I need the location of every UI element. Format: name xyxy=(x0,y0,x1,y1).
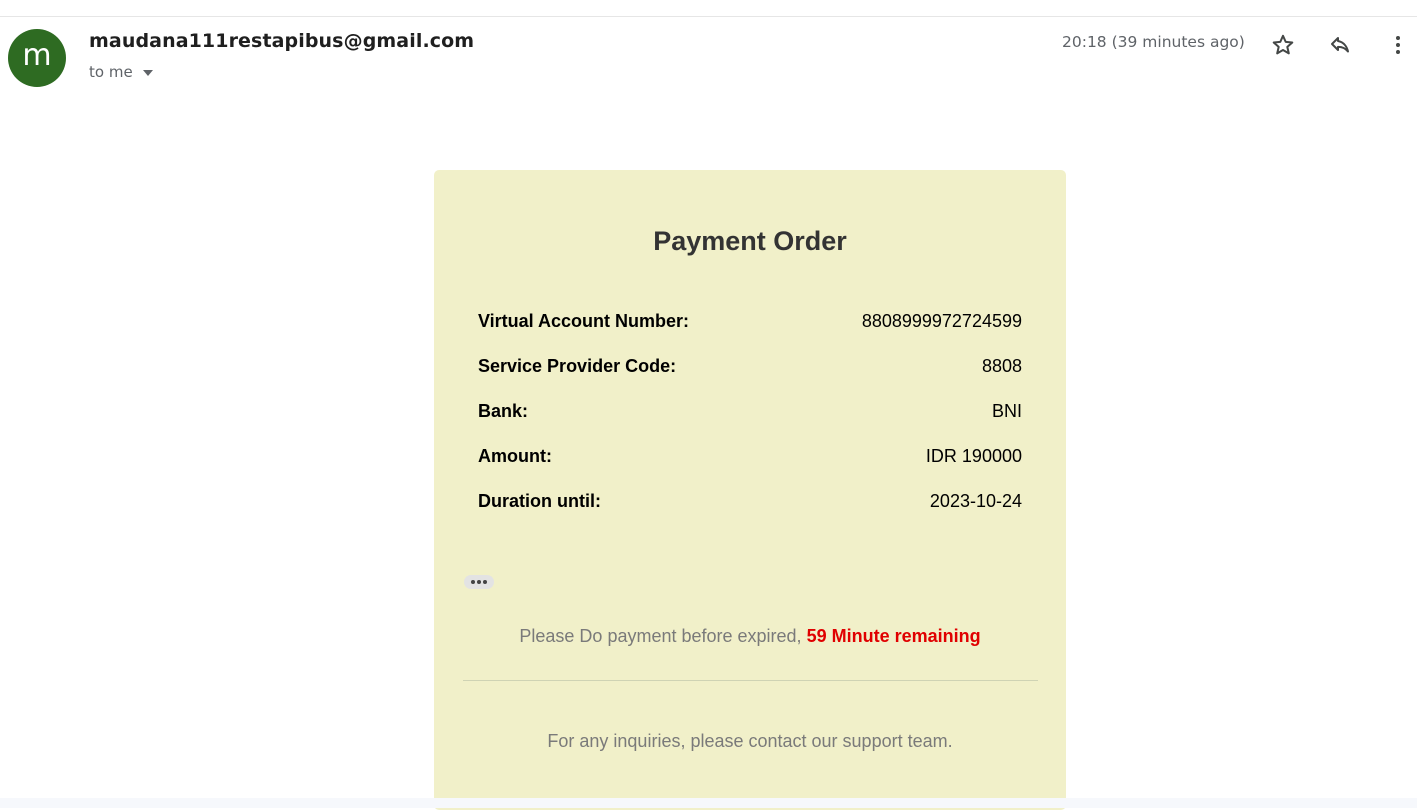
recipient-details-toggle[interactable]: to me xyxy=(89,63,153,81)
detail-row-service-provider: Service Provider Code: 8808 xyxy=(478,354,1022,378)
detail-row-amount: Amount: IDR 190000 xyxy=(478,444,1022,468)
email-timestamp: 20:18 (39 minutes ago) xyxy=(1062,33,1245,51)
reply-icon xyxy=(1331,37,1349,53)
expiry-notice: Please Do payment before expired, 59 Min… xyxy=(434,626,1066,647)
detail-value: 2023-10-24 xyxy=(929,490,1022,511)
detail-row-virtual-account: Virtual Account Number: 8808999972724599 xyxy=(478,309,1022,333)
top-divider xyxy=(0,0,1417,17)
expiry-notice-text: Please Do payment before expired, xyxy=(519,626,807,646)
more-vertical-icon xyxy=(1396,36,1400,54)
payment-order-title: Payment Order xyxy=(653,226,847,256)
star-icon xyxy=(1272,34,1294,55)
support-message: For any inquiries, please contact our su… xyxy=(547,731,953,751)
detail-label: Service Provider Code: xyxy=(478,355,677,376)
ellipsis-dot-icon xyxy=(471,580,475,584)
show-trimmed-content-button[interactable] xyxy=(464,575,494,589)
dropdown-caret-icon xyxy=(142,70,153,76)
divider xyxy=(463,680,1038,681)
detail-value: BNI xyxy=(991,400,1022,421)
bottom-bar xyxy=(0,798,1417,808)
detail-label: Duration until: xyxy=(478,490,601,511)
detail-value: 8808999972724599 xyxy=(861,310,1022,331)
star-button[interactable] xyxy=(1267,29,1299,61)
detail-value: IDR 190000 xyxy=(925,445,1022,466)
payment-order-card: Payment Order Virtual Account Number: 88… xyxy=(434,170,1066,810)
reply-button[interactable] xyxy=(1324,29,1356,61)
ellipsis-dot-icon xyxy=(477,580,481,584)
detail-value: 8808 xyxy=(981,355,1022,376)
avatar[interactable]: m xyxy=(8,29,66,87)
detail-label: Virtual Account Number: xyxy=(478,310,690,331)
more-options-button[interactable] xyxy=(1382,29,1414,61)
detail-row-bank: Bank: BNI xyxy=(478,399,1022,423)
time-remaining: 59 Minute remaining xyxy=(806,626,981,646)
sender-email[interactable]: maudana111restapibus@gmail.com xyxy=(89,30,474,52)
detail-label: Amount: xyxy=(478,445,552,466)
detail-row-duration: Duration until: 2023-10-24 xyxy=(478,489,1022,513)
detail-label: Bank: xyxy=(478,400,529,421)
email-header: m maudana111restapibus@gmail.com to me 2… xyxy=(0,17,1417,97)
recipient-label: to me xyxy=(89,63,133,81)
ellipsis-dot-icon xyxy=(483,580,487,584)
